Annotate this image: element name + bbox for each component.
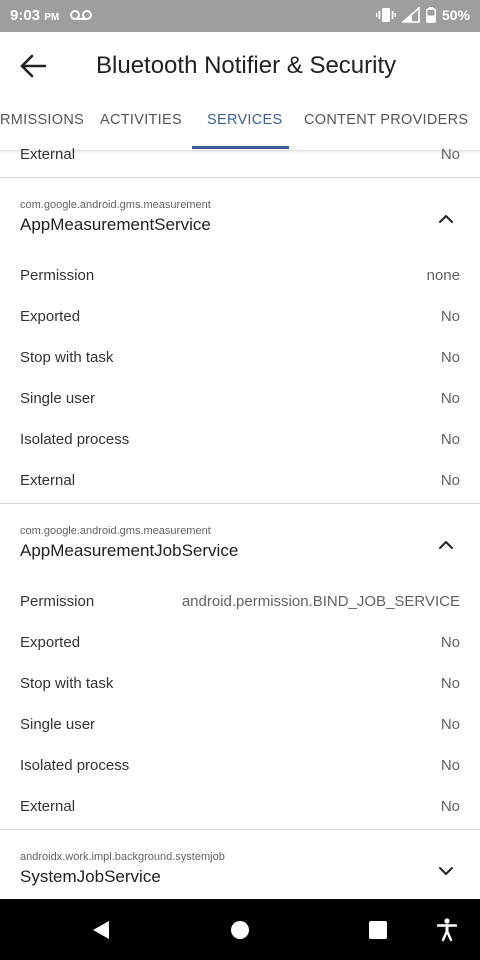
- property-row-exported: Exported No: [0, 298, 480, 339]
- property-label: Isolated process: [20, 431, 130, 448]
- property-row-stop-with-task: Stop with task No: [0, 665, 480, 706]
- property-row-permission: Permission android.permission.BIND_JOB_S…: [0, 583, 480, 624]
- service-package: com.google.android.gms.measurement: [20, 199, 211, 211]
- property-row-exported: Exported No: [0, 624, 480, 665]
- signal-icon: [401, 7, 420, 23]
- property-value: No: [440, 146, 460, 163]
- property-row-external: External No: [0, 462, 480, 503]
- arrow-back-icon[interactable]: [18, 52, 50, 80]
- chevron-up-icon[interactable]: [438, 211, 454, 227]
- property-row-isolated-process: Isolated process No: [0, 421, 480, 462]
- service-name: SystemJobService: [20, 867, 161, 886]
- property-label: Stop with task: [20, 349, 114, 366]
- home-icon[interactable]: [231, 921, 249, 939]
- divider: [0, 829, 480, 830]
- property-value: No: [440, 757, 460, 774]
- vibrate-icon: [375, 8, 396, 22]
- property-label: External: [20, 146, 76, 163]
- property-value: No: [440, 431, 460, 448]
- page-title: Bluetooth Notifier & Security: [96, 52, 397, 79]
- property-row-single-user: Single user No: [0, 380, 480, 421]
- property-row-stop-with-task: Stop with task No: [0, 339, 480, 380]
- property-label: Single user: [20, 716, 96, 733]
- service-package: androidx.work.impl.background.systemjob: [20, 851, 225, 863]
- app-bar: Bluetooth Notifier & Security: [0, 32, 480, 100]
- property-value: No: [440, 308, 460, 325]
- service-name: AppMeasurementService: [20, 215, 211, 234]
- recents-icon[interactable]: [369, 921, 387, 939]
- property-row-permission: Permission none: [0, 257, 480, 298]
- back-icon[interactable]: [92, 920, 110, 940]
- property-label: External: [20, 472, 76, 489]
- service-package: com.google.android.gms.measurement: [20, 525, 211, 537]
- property-row-single-user: Single user No: [0, 706, 480, 747]
- status-bar: 9:03 PM 50%: [0, 0, 480, 32]
- property-value: none: [426, 267, 460, 284]
- property-label: External: [20, 798, 76, 815]
- battery-icon: [426, 7, 436, 23]
- divider: [0, 503, 480, 504]
- chevron-up-icon[interactable]: [438, 537, 454, 553]
- property-value: No: [440, 798, 460, 815]
- battery-percent: 50%: [441, 7, 470, 23]
- divider: [0, 177, 480, 178]
- property-value: No: [440, 472, 460, 489]
- service-header-systemjobservice[interactable]: androidx.work.impl.background.systemjob …: [0, 847, 480, 907]
- service-header-appmeasurementjobservice[interactable]: com.google.android.gms.measurement AppMe…: [0, 521, 480, 581]
- property-value: No: [440, 716, 460, 733]
- property-row-external: External No: [0, 788, 480, 829]
- chevron-down-icon[interactable]: [438, 863, 454, 879]
- property-row: External No: [0, 136, 480, 177]
- service-header-appmeasurementservice[interactable]: com.google.android.gms.measurement AppMe…: [0, 195, 480, 255]
- property-value: android.permission.BIND_JOB_SERVICE: [181, 593, 460, 610]
- property-value: No: [440, 675, 460, 692]
- property-value: No: [440, 349, 460, 366]
- property-value: No: [440, 634, 460, 651]
- property-label: Permission: [20, 267, 95, 284]
- property-label: Exported: [20, 308, 81, 325]
- navigation-bar: [0, 899, 480, 960]
- status-time: 9:03 PM: [10, 7, 60, 24]
- voicemail-icon: [70, 10, 92, 20]
- property-label: Stop with task: [20, 675, 114, 692]
- property-label: Exported: [20, 634, 81, 651]
- property-label: Permission: [20, 593, 95, 610]
- accessibility-icon[interactable]: [436, 918, 458, 942]
- property-label: Single user: [20, 390, 96, 407]
- property-row-isolated-process: Isolated process No: [0, 747, 480, 788]
- property-value: No: [440, 390, 460, 407]
- service-name: AppMeasurementJobService: [20, 541, 239, 560]
- property-label: Isolated process: [20, 757, 130, 774]
